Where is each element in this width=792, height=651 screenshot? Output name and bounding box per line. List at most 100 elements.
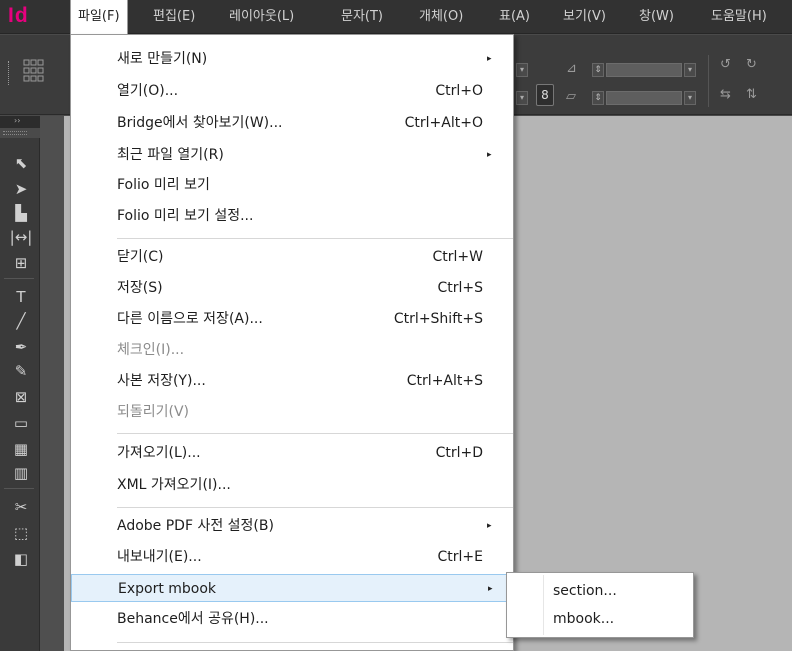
submenu-arrow-icon: ▸ xyxy=(487,150,492,160)
menu-item-label: Behance에서 공유(H)... xyxy=(117,611,269,627)
horizontal-grid-tool-icon[interactable]: ▦ xyxy=(8,438,34,460)
menu-item-label: 열기(O)... xyxy=(117,83,179,99)
line-tool-icon[interactable]: ╱ xyxy=(8,310,34,332)
menu-separator xyxy=(117,642,513,643)
menu-item-folio-preview-settings[interactable]: Folio 미리 보기 설정... xyxy=(71,202,513,230)
menu-item-save-as[interactable]: 다른 이름으로 저장(A)... Ctrl+Shift+S xyxy=(71,305,513,333)
expand-panel-icon[interactable]: ›› xyxy=(14,116,20,125)
menu-separator xyxy=(117,238,513,239)
submenu-arrow-icon: ▸ xyxy=(488,584,493,594)
menu-item-label: 사본 저장(Y)... xyxy=(117,373,206,389)
menu-item-label: 가져오기(L)... xyxy=(117,445,201,461)
menu-item-label: 다른 이름으로 저장(A)... xyxy=(117,311,263,327)
flip-vertical-icon[interactable]: ⇅ xyxy=(746,87,757,102)
app-logo: Id xyxy=(8,4,29,27)
tools-panel: ⬉ ➤ ▙ |↔| ⊞ T ╱ ✒ ✎ ⊠ ▭ ▦ ▥ ✂ ⬚ ◧ xyxy=(0,138,40,651)
menu-item-open-recent[interactable]: 최근 파일 열기(R) ▸ xyxy=(71,141,513,169)
menu-item-label: 최근 파일 열기(R) xyxy=(117,147,224,163)
menu-item-open[interactable]: 열기(O)... Ctrl+O xyxy=(71,77,513,105)
menu-separator xyxy=(117,507,513,508)
menu-window[interactable]: 창(W) xyxy=(632,0,681,34)
menu-item-save[interactable]: 저장(S) Ctrl+S xyxy=(71,274,513,302)
menu-help[interactable]: 도움말(H) xyxy=(704,0,774,34)
gap-tool-icon[interactable]: |↔| xyxy=(8,226,34,248)
rotate-ccw-icon[interactable]: ↺ xyxy=(720,57,731,72)
direct-selection-tool-icon[interactable]: ➤ xyxy=(8,178,34,200)
divider xyxy=(4,278,34,279)
divider xyxy=(708,55,709,107)
menu-item-label: 내보내기(E)... xyxy=(117,549,202,565)
menu-item-save-copy[interactable]: 사본 저장(Y)... Ctrl+Alt+S xyxy=(71,367,513,395)
menu-item-folio-preview[interactable]: Folio 미리 보기 xyxy=(71,171,513,199)
menu-view[interactable]: 보기(V) xyxy=(556,0,613,34)
menu-item-shortcut: Ctrl+W xyxy=(432,249,483,265)
constrain-proportions-icon[interactable]: 8 xyxy=(536,84,554,106)
menu-item-label: Folio 미리 보기 xyxy=(117,177,210,193)
menu-item-label: 체크인(I)... xyxy=(117,342,185,358)
submenu-item-section[interactable]: section... xyxy=(507,578,693,604)
menu-item-shortcut: Ctrl+Alt+O xyxy=(404,115,483,131)
content-collector-icon[interactable]: ⊞ xyxy=(8,252,34,274)
menu-item-label: 되돌리기(V) xyxy=(117,404,190,420)
dropdown-arrow-icon[interactable]: ▾ xyxy=(516,63,528,77)
menu-item-shortcut: Ctrl+S xyxy=(437,280,483,296)
panel-grip[interactable] xyxy=(3,131,27,135)
submenu-arrow-icon: ▸ xyxy=(487,521,492,531)
menu-item-label: mbook... xyxy=(553,611,615,627)
menu-type[interactable]: 문자(T) xyxy=(334,0,390,34)
gradient-swatch-tool-icon[interactable]: ◧ xyxy=(8,548,34,570)
menu-file[interactable]: 파일(F) xyxy=(70,0,128,35)
menu-item-label: Adobe PDF 사전 설정(B) xyxy=(117,518,274,534)
shear-angle-field[interactable] xyxy=(606,91,682,105)
menu-item-shortcut: Ctrl+E xyxy=(437,549,484,565)
menu-item-new[interactable]: 새로 만들기(N) ▸ xyxy=(71,45,513,73)
pen-tool-icon[interactable]: ✒ xyxy=(8,336,34,358)
menu-item-import-xml[interactable]: XML 가져오기(I)... xyxy=(71,471,513,499)
menu-item-shortcut: Ctrl+D xyxy=(435,445,483,461)
panel-grip[interactable] xyxy=(8,61,11,85)
flip-horizontal-icon[interactable]: ⇆ xyxy=(720,87,731,102)
menu-object[interactable]: 개체(O) xyxy=(412,0,470,34)
shear-stepper[interactable]: ⇕ xyxy=(592,91,604,105)
menu-item-place[interactable]: 가져오기(L)... Ctrl+D xyxy=(71,439,513,467)
submenu-item-mbook[interactable]: mbook... xyxy=(507,606,693,632)
divider xyxy=(4,488,34,489)
menu-bar: Id 파일(F) 편집(E) 레이아웃(L) 문자(T) 개체(O) 표(A) … xyxy=(0,0,792,35)
menu-item-label: 새로 만들기(N) xyxy=(117,51,208,67)
menu-table[interactable]: 표(A) xyxy=(492,0,537,34)
menu-item-label: Export mbook xyxy=(118,581,217,597)
pencil-tool-icon[interactable]: ✎ xyxy=(8,360,34,382)
menu-item-label: 닫기(C) xyxy=(117,249,164,265)
reference-point-icon[interactable] xyxy=(22,57,46,87)
rectangle-tool-icon[interactable]: ▭ xyxy=(8,412,34,434)
dropdown-arrow-icon[interactable]: ▾ xyxy=(684,91,696,105)
menu-item-browse-in-bridge[interactable]: Bridge에서 찾아보기(W)... Ctrl+Alt+O xyxy=(71,109,513,137)
menu-item-close[interactable]: 닫기(C) Ctrl+W xyxy=(71,243,513,271)
menu-separator xyxy=(117,433,513,434)
submenu-arrow-icon: ▸ xyxy=(487,54,492,64)
scissors-tool-icon[interactable]: ✂ xyxy=(8,496,34,518)
menu-item-export-mbook[interactable]: Export mbook ▸ xyxy=(71,574,513,602)
dropdown-arrow-icon[interactable]: ▾ xyxy=(516,91,528,105)
menu-item-check-in: 체크인(I)... xyxy=(71,336,513,364)
rotate-cw-icon[interactable]: ↻ xyxy=(746,57,757,72)
rotate-stepper[interactable]: ⇕ xyxy=(592,63,604,77)
menu-item-share-on-behance[interactable]: Behance에서 공유(H)... xyxy=(71,605,513,633)
menu-item-adobe-pdf-presets[interactable]: Adobe PDF 사전 설정(B) ▸ xyxy=(71,512,513,540)
vertical-grid-tool-icon[interactable]: ▥ xyxy=(8,462,34,484)
menu-item-label: XML 가져오기(I)... xyxy=(117,477,231,493)
shear-angle-icon: ▱ xyxy=(566,89,576,104)
type-tool-icon[interactable]: T xyxy=(8,286,34,308)
page-tool-icon[interactable]: ▙ xyxy=(8,202,34,224)
menu-item-export[interactable]: 내보내기(E)... Ctrl+E xyxy=(71,543,513,571)
menu-layout[interactable]: 레이아웃(L) xyxy=(222,0,301,34)
rotate-angle-icon: ⊿ xyxy=(566,61,577,76)
export-mbook-submenu: section... mbook... xyxy=(506,572,694,638)
dropdown-arrow-icon[interactable]: ▾ xyxy=(684,63,696,77)
menu-edit[interactable]: 편집(E) xyxy=(146,0,202,34)
free-transform-tool-icon[interactable]: ⬚ xyxy=(8,522,34,544)
rectangle-frame-tool-icon[interactable]: ⊠ xyxy=(8,386,34,408)
menu-item-label: Bridge에서 찾아보기(W)... xyxy=(117,115,283,131)
selection-tool-icon[interactable]: ⬉ xyxy=(8,152,34,174)
rotate-angle-field[interactable] xyxy=(606,63,682,77)
